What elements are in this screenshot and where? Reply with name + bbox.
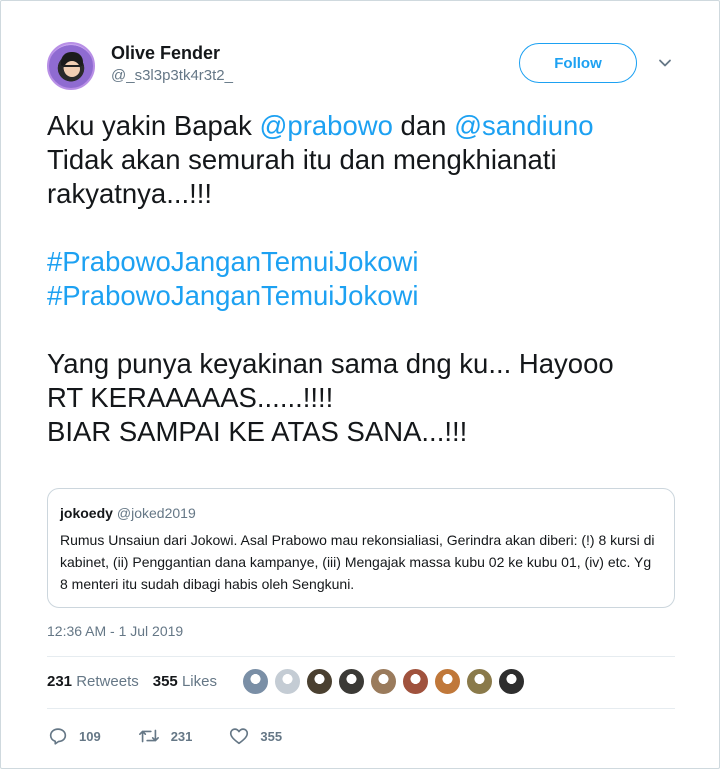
- retweet-icon: [138, 729, 159, 743]
- liker-avatar[interactable]: [466, 668, 493, 695]
- divider: [47, 656, 675, 657]
- like-button[interactable]: 355: [228, 725, 282, 747]
- like-count: 355: [260, 728, 283, 744]
- likers-avatars: [242, 668, 525, 695]
- avatar-face: [64, 61, 80, 77]
- mention-link-sandiuno[interactable]: @sandiuno: [454, 110, 594, 141]
- divider: [47, 708, 675, 709]
- tweet-line-3: rakyatnya...!!!: [47, 178, 213, 209]
- tweet-text: Aku yakin Bapak @prabowo dan @sandiuno T…: [47, 109, 687, 449]
- mention-link-prabowo[interactable]: @prabowo: [259, 110, 392, 141]
- reply-button[interactable]: 109: [47, 725, 101, 747]
- tweet-text-segment: Aku yakin Bapak: [47, 110, 260, 141]
- tweet-line-6: BIAR SAMPAI KE ATAS SANA...!!!: [47, 416, 468, 447]
- tweet-timestamp[interactable]: 12:36 AM - 1 Jul 2019: [47, 623, 183, 639]
- tweet-card: Olive Fender @_s3l3p3tk4r3t2_ Follow Aku…: [0, 0, 720, 769]
- hashtag-link[interactable]: #PrabowoJanganTemuiJokowi: [47, 279, 687, 313]
- tweet-line-5: RT KERAAAAAS......!!!!: [47, 382, 334, 413]
- retweet-button[interactable]: 231: [137, 725, 193, 747]
- quoted-user-name: jokoedy: [60, 505, 113, 521]
- tweet-text-segment: dan: [392, 110, 455, 141]
- retweets-stat[interactable]: 231 Retweets: [47, 673, 139, 690]
- liker-avatar[interactable]: [338, 668, 365, 695]
- quoted-user-handle: @joked2019: [116, 505, 196, 521]
- liker-avatar[interactable]: [370, 668, 397, 695]
- user-name[interactable]: Olive Fender: [111, 43, 220, 64]
- liker-avatar[interactable]: [402, 668, 429, 695]
- user-avatar[interactable]: [47, 42, 95, 90]
- quoted-tweet-text: Rumus Unsaiun dari Jokowi. Asal Prabowo …: [60, 532, 655, 592]
- retweet-count: 231: [170, 728, 193, 744]
- heart-icon: [230, 728, 249, 745]
- reply-count: 109: [79, 728, 101, 744]
- tweet-line-1: Aku yakin Bapak @prabowo dan @sandiuno: [47, 109, 687, 143]
- chevron-down-icon[interactable]: [657, 55, 673, 71]
- tweet-line-4: Yang punya keyakinan sama dng ku... Hayo…: [47, 348, 614, 379]
- tweet-actions: 109 231 355: [47, 725, 318, 747]
- engagement-stats: 231 Retweets 355 Likes: [47, 673, 217, 690]
- follow-button[interactable]: Follow: [519, 43, 637, 83]
- retweets-count: 231: [47, 673, 73, 690]
- retweets-label: Retweets: [76, 673, 139, 690]
- tweet-line-2: Tidak akan semurah itu dan mengkhianati: [47, 144, 557, 175]
- liker-avatar[interactable]: [274, 668, 301, 695]
- reply-icon: [49, 728, 67, 745]
- liker-avatar[interactable]: [434, 668, 461, 695]
- likes-count: 355: [152, 673, 178, 690]
- hashtag-link[interactable]: #PrabowoJanganTemuiJokowi: [47, 245, 687, 279]
- liker-avatar[interactable]: [242, 668, 269, 695]
- avatar-glasses: [63, 65, 81, 69]
- liker-avatar[interactable]: [498, 668, 525, 695]
- quoted-tweet[interactable]: jokoedy @joked2019 Rumus Unsaiun dari Jok…: [47, 488, 675, 608]
- likes-label: Likes: [181, 673, 217, 690]
- likes-stat[interactable]: 355 Likes: [153, 673, 217, 690]
- user-handle[interactable]: @_s3l3p3tk4r3t2_: [111, 67, 233, 84]
- liker-avatar[interactable]: [306, 668, 333, 695]
